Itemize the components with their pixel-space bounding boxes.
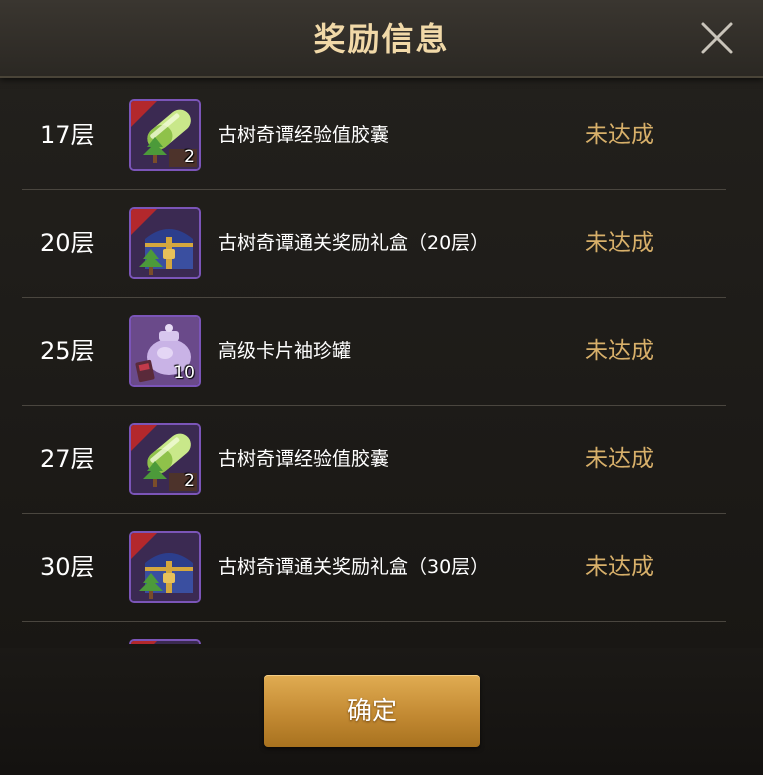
reward-info-dialog: 奖励信息 17层 2 古树奇谭经验值胶囊 未达成 20层 古树奇谭通关奖励礼盒（…: [0, 0, 763, 775]
reward-item-name: 古树奇谭经验值胶囊: [218, 124, 390, 146]
floor-label: 17层: [40, 121, 95, 149]
dialog-header: 奖励信息: [0, 0, 763, 78]
reward-item-icon[interactable]: 2: [129, 423, 201, 495]
close-button[interactable]: [697, 18, 737, 58]
status-label: 未达成: [585, 554, 654, 580]
reward-row: [22, 622, 726, 644]
floor-label: 25层: [40, 337, 95, 365]
reward-item-icon[interactable]: [129, 531, 201, 603]
reward-item-icon[interactable]: [129, 207, 201, 279]
reward-item-name: 古树奇谭通关奖励礼盒（30层）: [218, 556, 490, 578]
reward-item-name: 古树奇谭经验值胶囊: [218, 448, 390, 470]
status-label: 未达成: [585, 230, 654, 256]
reward-item-name: 古树奇谭通关奖励礼盒（20层）: [218, 232, 490, 254]
treasure-chest-icon: [131, 533, 199, 601]
confirm-button[interactable]: 确定: [264, 675, 480, 747]
reward-row: 20层 古树奇谭通关奖励礼盒（20层） 未达成: [22, 190, 726, 298]
reward-row: 17层 2 古树奇谭经验值胶囊 未达成: [22, 82, 726, 190]
reward-item-name: 高级卡片袖珍罐: [218, 340, 352, 362]
close-icon: [701, 22, 733, 54]
floor-label: 30层: [40, 553, 95, 581]
confirm-button-label: 确定: [346, 696, 397, 725]
item-count: 10: [173, 363, 195, 383]
reward-list[interactable]: 17层 2 古树奇谭经验值胶囊 未达成 20层 古树奇谭通关奖励礼盒（20层） …: [22, 82, 726, 644]
status-label: 未达成: [585, 338, 654, 364]
reward-item-icon[interactable]: 2: [129, 99, 201, 171]
reward-item-icon[interactable]: [129, 639, 201, 644]
reward-row: 30层 古树奇谭通关奖励礼盒（30层） 未达成: [22, 514, 726, 622]
status-label: 未达成: [585, 446, 654, 472]
reward-row: 27层 2 古树奇谭经验值胶囊 未达成: [22, 406, 726, 514]
item-count: 2: [184, 147, 195, 167]
item-count: 2: [184, 471, 195, 491]
experience-capsule-icon: [131, 641, 199, 644]
treasure-chest-icon: [131, 209, 199, 277]
floor-label: 27层: [40, 445, 95, 473]
floor-label: 20层: [40, 229, 95, 257]
status-label: 未达成: [585, 122, 654, 148]
reward-row: 25层 10 高级卡片袖珍罐 未达成: [22, 298, 726, 406]
reward-item-icon[interactable]: 10: [129, 315, 201, 387]
dialog-title: 奖励信息: [313, 20, 450, 58]
